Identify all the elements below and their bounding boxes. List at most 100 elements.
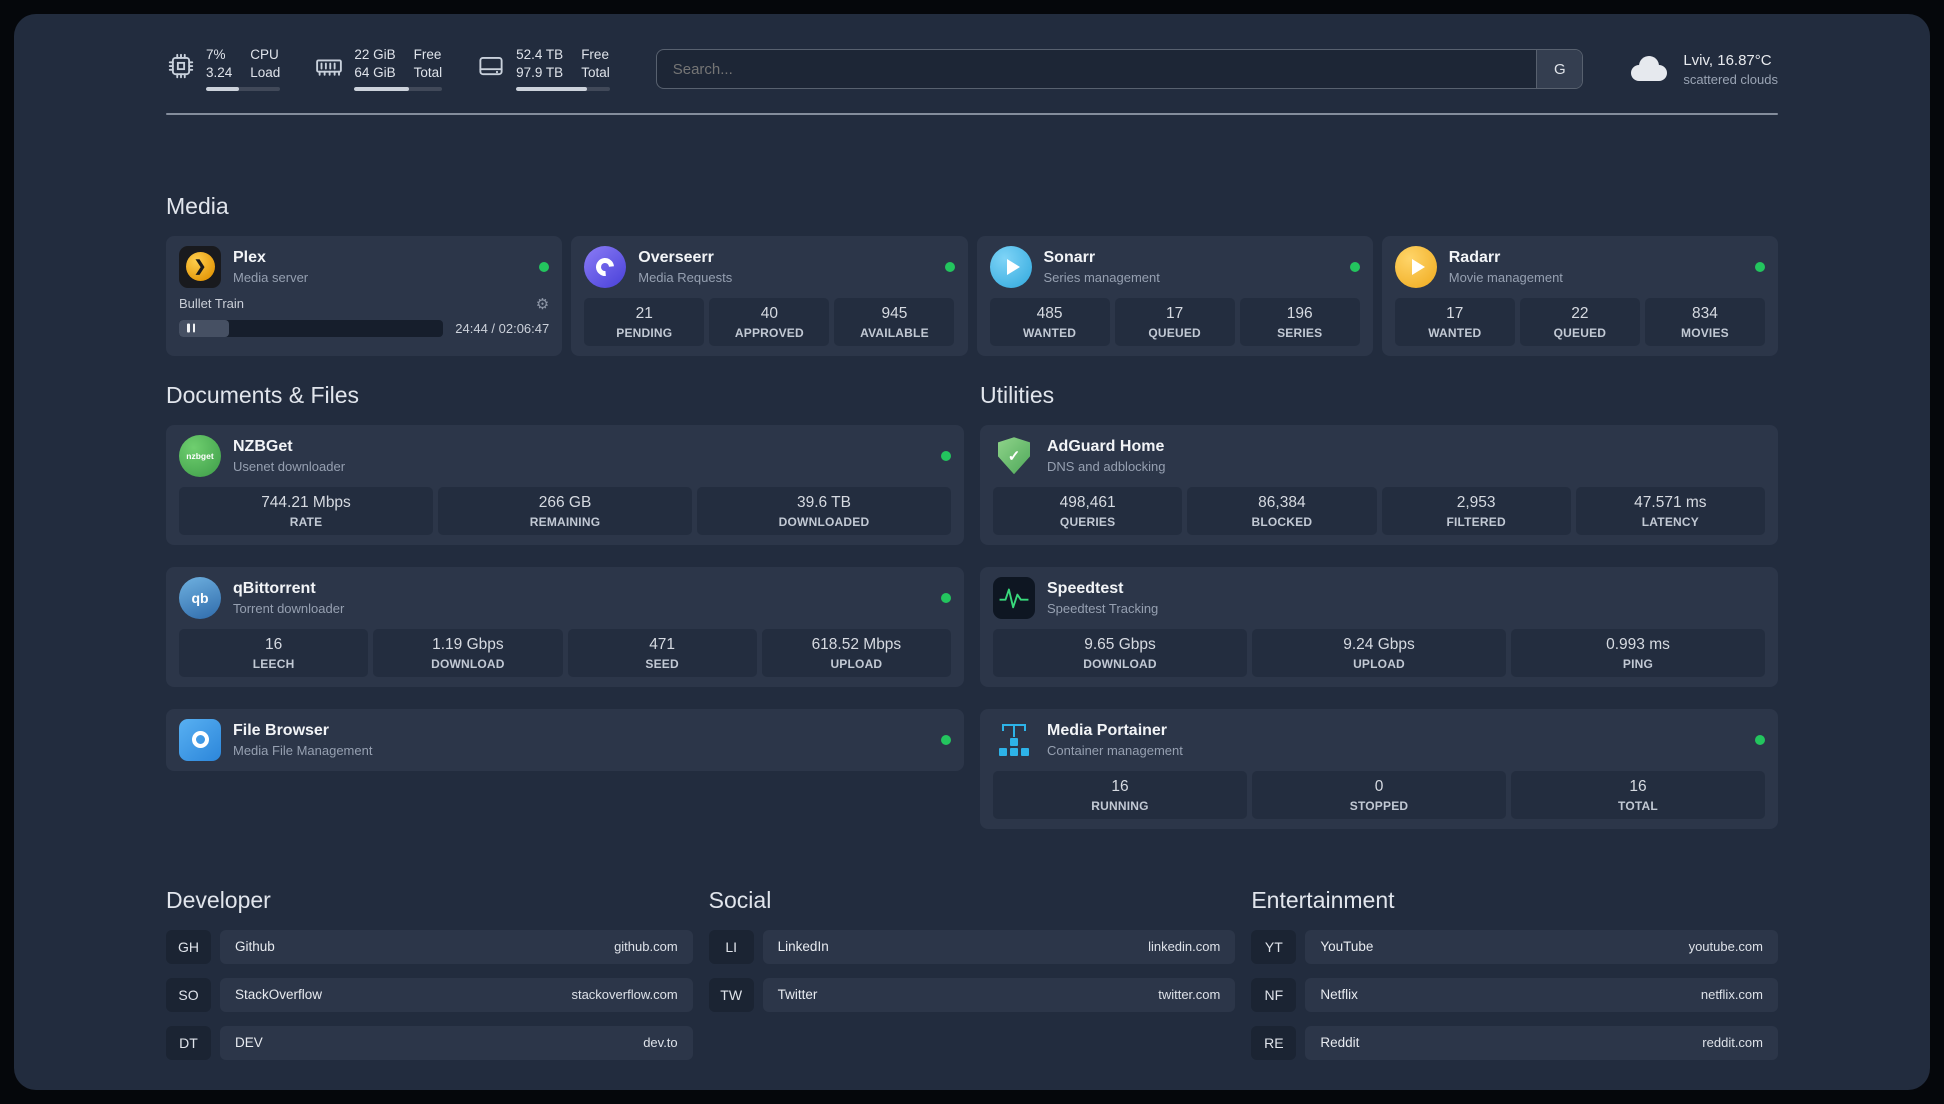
stat-tile: 22 QUEUED (1519, 297, 1640, 346)
service-subtitle: Series management (1043, 269, 1160, 285)
stat-label: AVAILABLE (860, 325, 929, 340)
service-card-nzbget[interactable]: nzbget NZBGet Usenet downloader 744.21 M… (166, 424, 964, 545)
bookmark-abbr: SO (166, 977, 211, 1012)
stat-value: 485 (1036, 304, 1063, 322)
bookmark-name: StackOverflow (235, 987, 323, 1003)
stat-tile: 9.65 Gbps DOWNLOAD (993, 628, 1247, 677)
bookmark-linkedin[interactable]: LI LinkedIn linkedin.com (708, 929, 1236, 964)
cpu-bar (206, 86, 281, 91)
stat-tile: 21 PENDING (584, 297, 705, 346)
service-card-filebrowser[interactable]: File Browser Media File Management (166, 708, 964, 771)
bookmark-url: github.com (614, 939, 678, 955)
service-card-sonarr[interactable]: Sonarr Series management 485 WANTED 17 Q… (976, 235, 1373, 356)
stat-label: RATE (289, 514, 323, 529)
bookmark-name: DEV (235, 1035, 263, 1051)
service-subtitle: Media server (233, 269, 309, 285)
search-input[interactable] (656, 60, 1537, 78)
service-card-portainer[interactable]: Media Portainer Container management 16 … (980, 708, 1778, 829)
pause-icon (187, 323, 195, 333)
service-card-overseerr[interactable]: Overseerr Media Requests 21 PENDING 40 A… (571, 235, 968, 356)
bookmark-abbr: DT (166, 1025, 211, 1060)
search-provider-button[interactable]: G (1536, 50, 1583, 89)
stat-value: 16 (265, 635, 283, 653)
service-card-radarr[interactable]: Radarr Movie management 17 WANTED 22 QUE… (1381, 235, 1778, 356)
bookmark-netflix[interactable]: NF Netflix netflix.com (1251, 977, 1778, 1012)
service-name: Media Portainer (1047, 721, 1168, 739)
qbittorrent-icon: qb (179, 576, 221, 619)
memory-bar (354, 86, 443, 91)
bookmark-reddit[interactable]: RE Reddit reddit.com (1251, 1025, 1778, 1060)
status-dot (941, 450, 951, 461)
bookmark-github[interactable]: GH Github github.com (166, 929, 693, 964)
memory-icon (314, 51, 344, 81)
stat-tile: 2,953 FILTERED (1381, 486, 1571, 535)
stat-tile: 744.21 Mbps RATE (179, 486, 433, 535)
overseerr-icon (584, 245, 627, 288)
bookmark-name: Netflix (1320, 987, 1358, 1003)
stat-tile: 0 STOPPED (1252, 770, 1506, 819)
weather-widget[interactable]: Lviv, 16.87°C scattered clouds (1625, 49, 1778, 90)
stat-label: UPLOAD (1353, 656, 1405, 671)
service-card-speedtest[interactable]: Speedtest Speedtest Tracking 9.65 Gbps D… (980, 566, 1778, 687)
section-title-documents: Documents & Files (166, 381, 360, 408)
stat-label: SEED (645, 656, 679, 671)
stat-tile: 40 APPROVED (709, 297, 830, 346)
service-card-qbittorrent[interactable]: qb qBittorrent Torrent downloader 16 LEE… (166, 566, 964, 687)
stat-label: APPROVED (734, 325, 804, 340)
section-documents: Documents & Files nzbget NZBGet Usenet d… (166, 382, 964, 829)
stat-tile: 0.993 ms PING (1511, 628, 1765, 677)
stat-value: 9.65 Gbps (1084, 635, 1156, 653)
stat-label: FILTERED (1446, 514, 1506, 529)
section-developer: Developer GH Github github.com SO StackO… (166, 887, 693, 1074)
service-name: Speedtest (1047, 579, 1124, 597)
bookmark-abbr: LI (708, 929, 754, 964)
radarr-icon (1394, 245, 1437, 288)
stat-label: BLOCKED (1251, 514, 1313, 529)
stat-value: 47.571 ms (1634, 493, 1707, 511)
stat-value: 21 (635, 304, 653, 322)
playback-time: 24:44 / 02:06:47 (455, 320, 550, 336)
bookmark-name: Twitter (777, 987, 818, 1003)
bookmark-twitter[interactable]: TW Twitter twitter.com (708, 977, 1236, 1012)
bookmark-dev[interactable]: DT DEV dev.to (166, 1025, 693, 1060)
disk-bar-fill (516, 86, 588, 91)
stat-value: 17 (1165, 304, 1184, 322)
bookmark-url: reddit.com (1702, 1035, 1763, 1051)
bookmark-name: Reddit (1320, 1035, 1360, 1051)
bookmark-abbr: TW (708, 977, 754, 1012)
stat-label: DOWNLOAD (1083, 656, 1157, 671)
stat-tile: 39.6 TB DOWNLOADED (697, 486, 951, 535)
now-playing-title: Bullet Train (179, 296, 245, 312)
stat-tile: 47.571 ms LATENCY (1575, 486, 1765, 535)
service-subtitle: DNS and adblocking (1047, 458, 1166, 474)
disk-bar (516, 86, 610, 91)
stat-value: 0 (1374, 777, 1384, 795)
section-title-social: Social (708, 886, 772, 913)
service-card-plex[interactable]: ❯ Plex Media server Bullet Train ⚙ 24:44… (166, 235, 563, 356)
stat-label: QUEUED (1553, 325, 1607, 340)
stat-tile: 1.19 Gbps DOWNLOAD (373, 628, 563, 677)
search-bar: G (655, 49, 1584, 90)
disk-widget: 52.4 TB Free 97.9 TB Total (476, 47, 610, 91)
stat-tile: 485 WANTED (989, 297, 1110, 346)
bookmark-stackoverflow[interactable]: SO StackOverflow stackoverflow.com (166, 977, 693, 1012)
section-title-entertainment: Entertainment (1251, 886, 1395, 913)
stat-tile: 196 SERIES (1239, 297, 1360, 346)
stat-tile: 945 AVAILABLE (834, 297, 955, 346)
gear-icon[interactable]: ⚙ (536, 295, 549, 313)
cpu-bar-fill (206, 86, 240, 91)
filebrowser-icon (179, 718, 221, 761)
bookmark-youtube[interactable]: YT YouTube youtube.com (1251, 929, 1778, 964)
portainer-icon (993, 719, 1035, 761)
stat-tile: 16 LEECH (179, 628, 369, 677)
service-name: Radarr (1448, 248, 1501, 266)
nzbget-icon: nzbget (179, 434, 221, 477)
stat-value: 22 (1571, 304, 1589, 322)
stat-value: 16 (1111, 777, 1129, 795)
service-card-adguard[interactable]: ✓ AdGuard Home DNS and adblocking 498,46… (980, 424, 1778, 545)
cpu-widget: 7% CPU 3.24 Load (166, 47, 281, 91)
stat-value: 17 (1446, 304, 1464, 322)
memory-widget: 22 GiB Free 64 GiB Total (314, 47, 443, 91)
status-dot (1349, 261, 1360, 272)
service-name: qBittorrent (233, 579, 316, 597)
